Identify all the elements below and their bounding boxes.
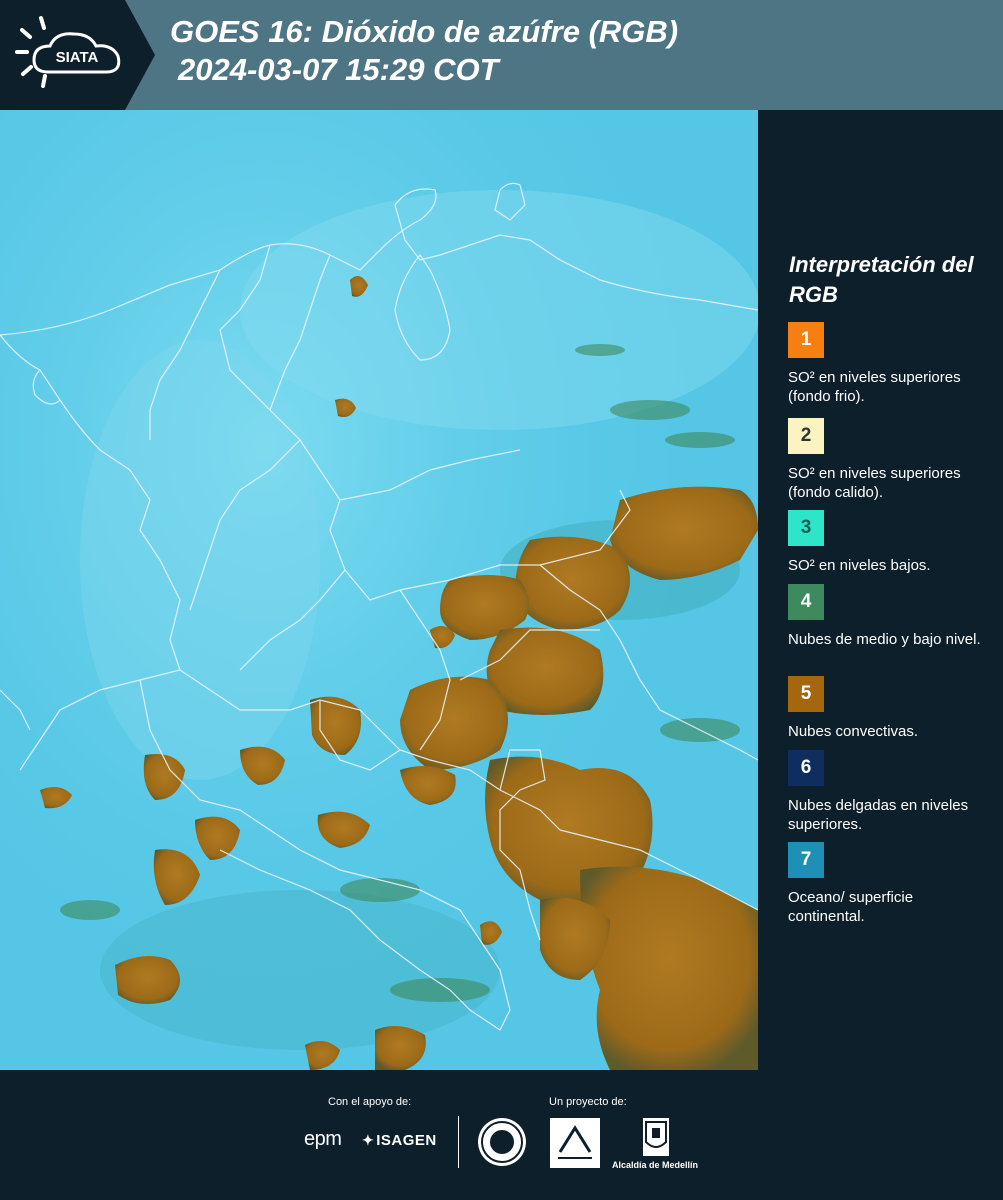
legend-swatch-5: 5 bbox=[788, 676, 824, 712]
logo-text: SIATA bbox=[56, 49, 99, 66]
legend-swatch-6: 6 bbox=[788, 750, 824, 786]
rgb-legend: Interpretación del RGB 1 SO² en niveles … bbox=[760, 110, 1003, 1070]
page-title: GOES 16: Dióxido de azúfre (RGB) bbox=[170, 14, 679, 49]
legend-label-3: SO² en niveles bajos. bbox=[788, 557, 931, 574]
footer: Con el apoyo de: Un proyecto de: epm ✦ IS… bbox=[0, 1070, 1003, 1200]
legend-swatch-1: 1 bbox=[788, 322, 824, 358]
support-label: Con el apoyo de: bbox=[328, 1096, 412, 1108]
isagen-logo: ✦ ISAGEN bbox=[362, 1132, 437, 1149]
legend-title: Interpretación del RGB bbox=[789, 252, 974, 307]
timestamp: 2024-03-07 15:29 COT bbox=[178, 52, 499, 87]
medellin-seal-icon bbox=[478, 1118, 526, 1166]
epm-logo: epm bbox=[304, 1128, 342, 1150]
satellite-map bbox=[0, 110, 758, 1070]
isagen-name: ISAGEN bbox=[376, 1132, 437, 1149]
legend-label-7: Oceano/ superficie continental. bbox=[788, 889, 914, 925]
legend-label-5: Nubes convectivas. bbox=[788, 723, 919, 740]
map-canvas bbox=[0, 110, 758, 1070]
legend-label-6: Nubes delgadas en niveles superiores. bbox=[788, 797, 969, 833]
siata-logo: SIATA bbox=[0, 0, 155, 110]
legend-label-4: Nubes de medio y bajo nivel. bbox=[788, 631, 981, 648]
legend-label-2: SO² en niveles superiores (fondo calido)… bbox=[788, 465, 961, 501]
legend-swatch-4: 4 bbox=[788, 584, 824, 620]
alcaldia-seal-icon bbox=[643, 1118, 669, 1156]
project-label: Un proyecto de: bbox=[549, 1096, 627, 1108]
isagen-mark-icon: ✦ bbox=[362, 1132, 375, 1148]
area-metropolitana-logo bbox=[550, 1118, 600, 1168]
legend-label-1: SO² en niveles superiores (fondo frio). bbox=[788, 369, 961, 405]
alcaldia-label: Alcaldía de Medellín bbox=[612, 1160, 699, 1170]
legend-swatch-3: 3 bbox=[788, 510, 824, 546]
footer-divider bbox=[458, 1116, 459, 1168]
legend-swatch-7: 7 bbox=[788, 842, 824, 878]
header-bar: SIATA GOES 16: Dióxido de azúfre (RGB) 2… bbox=[0, 0, 1003, 110]
legend-swatch-2: 2 bbox=[788, 418, 824, 454]
